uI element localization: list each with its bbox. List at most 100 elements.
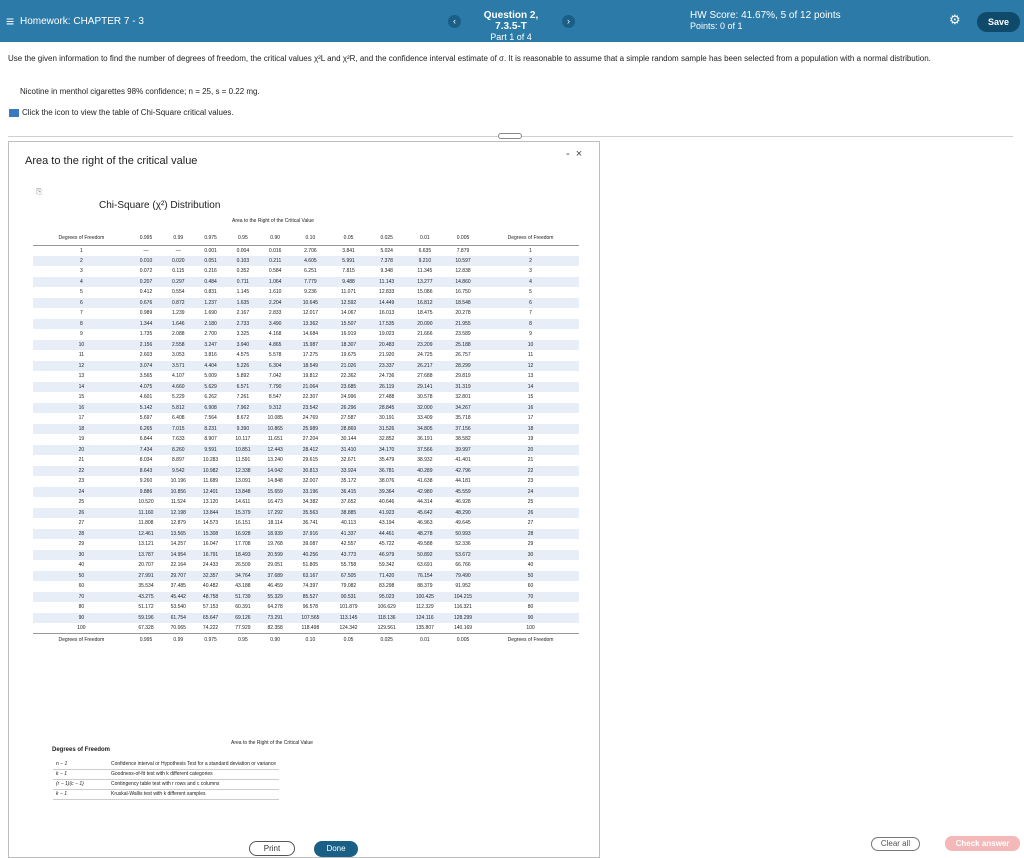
value-cell: 24.769 xyxy=(302,415,319,422)
value-cell: 14.611 xyxy=(235,499,251,506)
homework-title[interactable]: Homework: CHAPTER 7 - 3 xyxy=(20,16,144,27)
column-footer: 0.005 xyxy=(443,633,483,647)
df-cell: 16 xyxy=(33,402,130,413)
value-cell: 48.290 xyxy=(443,507,483,518)
value-cell: 1.237 xyxy=(194,297,227,308)
df-cell-right: 60 xyxy=(527,583,534,590)
table-row: 26 11.160 12.198 13.844 15.379 17.292 35.563 38… xyxy=(33,507,579,518)
df-cell-right: 7 xyxy=(529,310,532,317)
value-cell: 49.645 xyxy=(455,520,471,527)
value-cell: 16.919 xyxy=(340,331,357,338)
value-cell: 16.928 xyxy=(226,528,260,539)
value-cell: 5.892 xyxy=(236,373,250,380)
value-cell: 0.020 xyxy=(162,255,195,266)
save-button[interactable]: Save xyxy=(977,12,1020,32)
table-row: 21 8.034 8.897 10.283 11.591 13.240 29.615 32.6… xyxy=(33,455,579,466)
value-cell: 23.209 xyxy=(405,339,444,350)
value-cell: 5.991 xyxy=(329,255,368,266)
value-cell: 21.955 xyxy=(443,318,483,329)
value-cell: 11.524 xyxy=(170,499,186,506)
value-cell: 7.879 xyxy=(456,247,470,254)
table-link[interactable]: Click the icon to view the table of Chi-… xyxy=(9,108,234,117)
df-cell: 90 xyxy=(33,612,130,623)
value-cell: 6.844 xyxy=(139,436,153,443)
df-cell-right: 5 xyxy=(529,289,532,296)
df-note-text: Confidence interval or Hypothesis Test f… xyxy=(108,759,279,770)
book-icon[interactable] xyxy=(9,108,19,117)
value-cell: 20.707 xyxy=(138,562,154,569)
value-cell: 5.142 xyxy=(129,402,163,413)
value-cell: 6.408 xyxy=(172,415,185,422)
minimize-icon[interactable]: - xyxy=(566,148,570,160)
table-row: 5 0.412 0.554 0.831 1.145 1.610 9.236 11.071 12.… xyxy=(33,287,579,298)
value-cell: 5.226 xyxy=(226,360,260,371)
value-cell: 14.684 xyxy=(302,331,319,338)
value-cell: 0.072 xyxy=(139,268,153,275)
value-cell: 19.812 xyxy=(302,373,319,380)
gear-icon[interactable]: ⚙ xyxy=(949,12,961,28)
df-cell-right: 6 xyxy=(482,297,579,308)
resize-handle[interactable] xyxy=(498,133,522,139)
value-cell: 7.962 xyxy=(226,402,260,413)
df-cell-right: 22 xyxy=(482,465,579,476)
value-cell: 60.391 xyxy=(235,604,251,611)
value-cell: 5.024 xyxy=(380,247,393,254)
menu-icon[interactable]: ≡ xyxy=(6,13,14,29)
value-cell: 16.151 xyxy=(235,520,251,527)
value-cell: 18.114 xyxy=(267,520,283,527)
value-cell: 23.542 xyxy=(291,402,330,413)
value-cell: 14.954 xyxy=(162,549,195,560)
modal-title: Area to the right of the critical value xyxy=(25,155,198,167)
value-cell: 30.144 xyxy=(340,436,357,443)
value-cell: 12.833 xyxy=(379,289,395,296)
value-cell: 45.559 xyxy=(443,486,483,497)
value-cell: 46.963 xyxy=(417,520,433,527)
value-cell: 1.239 xyxy=(172,310,185,317)
column-header: 0.10 xyxy=(291,232,330,246)
value-cell: 45.722 xyxy=(379,541,395,548)
table-row: 30 13.787 14.954 16.791 18.493 20.599 40.256 43… xyxy=(33,549,579,560)
value-cell: 71.420 xyxy=(367,570,406,581)
value-cell: 0.831 xyxy=(204,289,217,296)
value-cell: 5.629 xyxy=(194,381,227,392)
close-icon[interactable]: × xyxy=(576,148,582,160)
value-cell: 3.841 xyxy=(342,247,355,254)
df-note-formula: k − 1 xyxy=(53,769,108,780)
value-cell: 79.082 xyxy=(340,583,357,590)
previous-question-button[interactable]: ‹ xyxy=(448,15,461,28)
value-cell: 5.229 xyxy=(172,394,185,401)
check-answer-button[interactable]: Check answer xyxy=(945,836,1020,851)
df-footer-right: Degrees of Freedom xyxy=(482,633,579,647)
value-cell: 28.845 xyxy=(367,402,406,413)
df-note-text: Kruskal-Wallis test with k different sam… xyxy=(108,789,279,800)
value-cell: 30.813 xyxy=(291,465,330,476)
done-button[interactable]: Done xyxy=(314,841,358,857)
table-row: 9 1.735 2.088 2.700 3.325 4.168 14.684 16.919 19… xyxy=(33,329,579,340)
value-cell: 21.666 xyxy=(417,331,433,338)
print-button[interactable]: Print xyxy=(249,841,295,856)
value-cell: 2.167 xyxy=(236,310,250,317)
value-cell: 16.791 xyxy=(194,549,227,560)
value-cell: 63.691 xyxy=(417,562,433,569)
table-link-text[interactable]: Click the icon to view the table of Chi-… xyxy=(22,108,234,117)
copy-icon[interactable]: ⎘ xyxy=(36,187,42,197)
value-cell: 53.540 xyxy=(170,604,186,611)
next-question-button[interactable]: › xyxy=(562,15,575,28)
value-cell: 31.319 xyxy=(443,381,483,392)
value-cell: 9.210 xyxy=(405,255,444,266)
table-row: 29 13.121 14.257 16.047 17.708 19.768 39.087 42… xyxy=(33,539,579,550)
df-cell-right: 2 xyxy=(482,255,579,266)
column-header: 0.995 xyxy=(129,232,163,246)
df-cell: 23 xyxy=(78,478,85,485)
column-footer: 0.01 xyxy=(405,633,444,647)
value-cell: 8.907 xyxy=(204,436,217,443)
clear-all-button[interactable]: Clear all xyxy=(871,837,920,851)
column-footer: 0.995 xyxy=(129,633,163,647)
df-cell-right: 15 xyxy=(527,394,534,401)
value-cell: 10.597 xyxy=(443,255,483,266)
value-cell: 3.490 xyxy=(259,318,292,329)
value-cell: 118.136 xyxy=(367,612,406,623)
table-row: 4 0.207 0.297 0.484 0.711 1.064 7.779 9.488 11.1… xyxy=(33,276,579,287)
df-note-text: Goodness-of-fit test with k different ca… xyxy=(108,769,279,780)
value-cell: 26.509 xyxy=(235,562,251,569)
